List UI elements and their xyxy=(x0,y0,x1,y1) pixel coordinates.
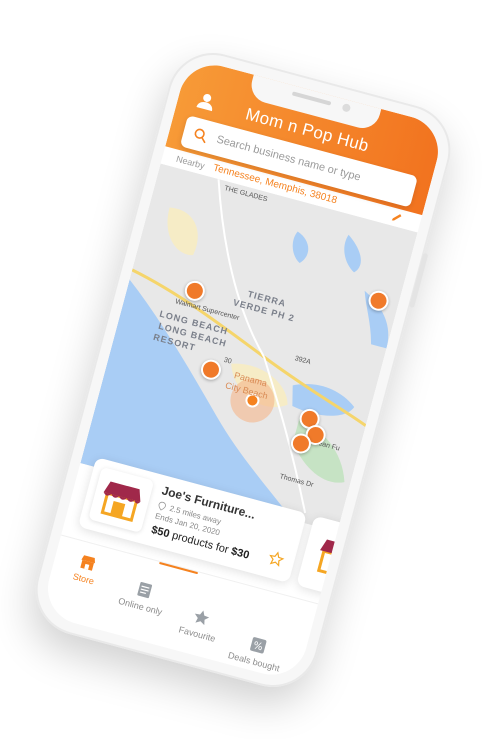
speaker xyxy=(291,91,332,106)
nav-label-online-only: Online only xyxy=(117,595,164,618)
nav-label-store: Store xyxy=(71,571,96,587)
store-icon xyxy=(80,555,95,571)
deal-mid: products for xyxy=(167,528,233,557)
phone-mockup: Mom n Pop Hub Nearby Tennessee, Memphis,… xyxy=(25,42,461,698)
edit-location-icon[interactable] xyxy=(389,210,404,225)
storefront-icon xyxy=(100,481,141,523)
nav-label-favourite: Favourite xyxy=(177,624,217,644)
deal-price: $30 xyxy=(229,545,251,562)
star-icon xyxy=(194,610,210,626)
store-thumbnail xyxy=(88,466,155,533)
camera xyxy=(341,102,352,113)
discount-tag-icon: % xyxy=(250,637,267,654)
search-icon xyxy=(194,128,206,144)
newspaper-icon xyxy=(137,581,153,599)
location-pin-icon xyxy=(158,501,166,511)
favourite-star-icon[interactable] xyxy=(266,549,286,569)
